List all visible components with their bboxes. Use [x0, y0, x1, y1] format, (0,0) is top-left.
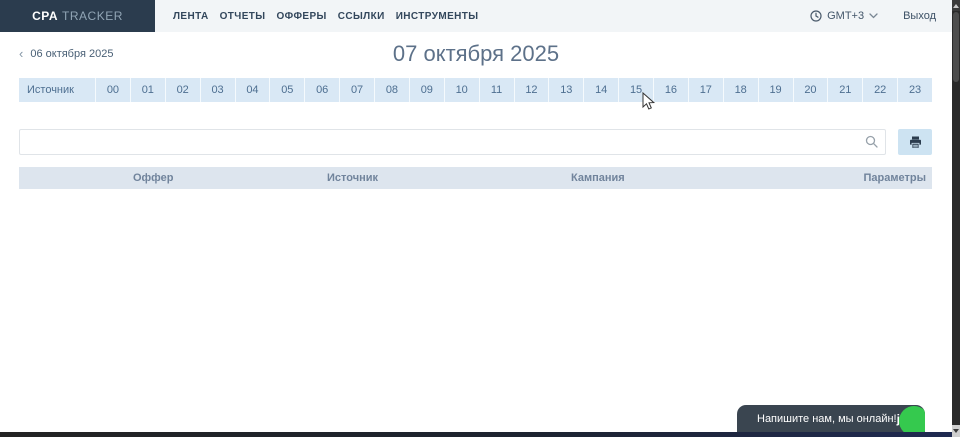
hour-cell: 09: [409, 78, 444, 102]
printer-icon: [909, 136, 922, 149]
hour-cell: 12: [514, 78, 549, 102]
hour-cell: 21: [827, 78, 862, 102]
menu-item[interactable]: ЛЕНТА: [173, 7, 209, 26]
hour-cell: 15: [618, 78, 653, 102]
hour-cell: 22: [862, 78, 897, 102]
search-wrap: [19, 129, 886, 155]
hour-cell: 23: [897, 78, 932, 102]
hour-cell: 05: [269, 78, 304, 102]
search-input[interactable]: [19, 129, 886, 155]
report-column-header: Источник: [321, 172, 565, 184]
scrollbar-down-arrow[interactable]: [952, 425, 960, 437]
hour-cell: 01: [130, 78, 165, 102]
hour-cell: 16: [653, 78, 688, 102]
topbar-right: GMT+3 Выход: [810, 10, 936, 22]
report-column-header: Оффер: [127, 172, 321, 184]
timezone-dropdown[interactable]: GMT+3: [810, 10, 878, 22]
hour-cell: 06: [304, 78, 339, 102]
hour-cell: 13: [548, 78, 583, 102]
report-table-header: Оффер Источник Кампания Параметры: [19, 167, 932, 189]
hour-cell: 00: [95, 78, 130, 102]
scrollbar-thumb[interactable]: [953, 12, 959, 82]
hour-cell: 02: [165, 78, 200, 102]
search-icon: [865, 135, 878, 148]
top-navbar: CPA TRACKER ЛЕНТА ОТЧЕТЫ ОФФЕРЫ ССЫЛКИ И…: [0, 0, 952, 32]
hour-cell: 17: [688, 78, 723, 102]
hour-cell: 18: [723, 78, 758, 102]
hour-cell: 20: [793, 78, 828, 102]
hour-cell: 10: [444, 78, 479, 102]
hour-cell: 03: [200, 78, 235, 102]
source-column-header: Источник: [19, 78, 95, 102]
chevron-down-icon: [869, 13, 878, 19]
scrollbar-up-arrow[interactable]: [952, 0, 960, 11]
menu-item[interactable]: ИНСТРУМЕНТЫ: [396, 7, 479, 26]
logo-light-text: TRACKER: [62, 9, 123, 23]
hours-header-row: Источник 00 01 02 03 04 05 06 07 08 09 1…: [19, 78, 932, 102]
menu-item[interactable]: ОТЧЕТЫ: [220, 7, 266, 26]
chat-online-indicator: [899, 406, 925, 432]
search-toolbar: [19, 129, 932, 155]
chat-message: Напишите нам, мы онлайн!: [757, 413, 897, 425]
hour-cell: 19: [758, 78, 793, 102]
hour-cell: 04: [235, 78, 270, 102]
page-title: 07 октября 2025: [0, 41, 952, 67]
logout-link[interactable]: Выход: [903, 10, 936, 22]
cpa-tracker-page: CPA TRACKER ЛЕНТА ОТЧЕТЫ ОФФЕРЫ ССЫЛКИ И…: [0, 0, 960, 437]
main-menu: ЛЕНТА ОТЧЕТЫ ОФФЕРЫ ССЫЛКИ ИНСТРУМЕНТЫ: [173, 7, 478, 26]
logo-bold-text: CPA: [32, 9, 58, 23]
timezone-label: GMT+3: [827, 10, 864, 22]
report-column-header: Параметры: [836, 172, 932, 184]
app-logo[interactable]: CPA TRACKER: [0, 0, 155, 32]
chat-widget[interactable]: Напишите нам, мы онлайн! jivo: [737, 405, 925, 432]
menu-item[interactable]: ОФФЕРЫ: [277, 7, 327, 26]
menu-item[interactable]: ССЫЛКИ: [338, 7, 385, 26]
report-column-header: Кампания: [565, 172, 836, 184]
print-button[interactable]: [898, 129, 932, 155]
hour-cell: 08: [374, 78, 409, 102]
clock-icon: [810, 10, 822, 22]
window-bottom-edge: [0, 432, 960, 437]
vertical-scrollbar[interactable]: [952, 0, 960, 437]
hour-cell: 14: [583, 78, 618, 102]
hour-cell: 07: [339, 78, 374, 102]
hour-cell: 11: [479, 78, 514, 102]
